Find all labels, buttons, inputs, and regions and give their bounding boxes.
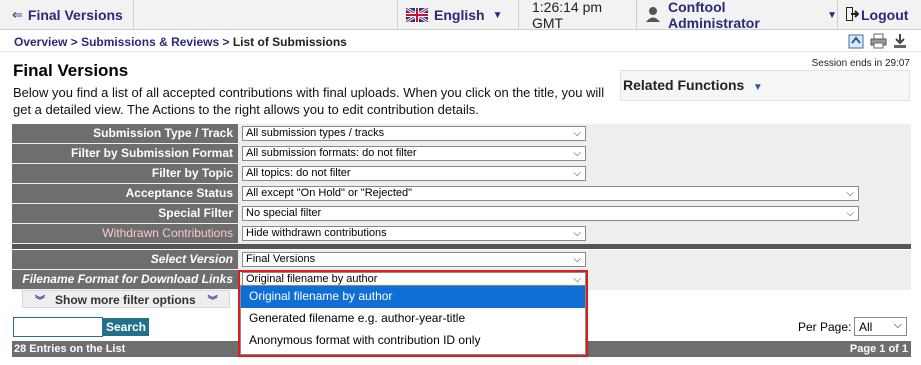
top-bar: ⇐ Final Versions English ▼ 1:26:14 pm GM… [0,0,921,31]
session-timer: Session ends in 29:07 [811,58,910,69]
breadcrumb: Overview > Submissions & Reviews > List … [0,30,921,52]
filter-label: Filename Format for Download Links [12,270,238,289]
user-name: Conftool Administrator [668,0,760,31]
filter-row-withdrawn: Withdrawn Contributions Hide withdrawn c… [12,224,911,244]
filter-label: Filter by Topic [12,164,238,183]
per-page-label: Per Page: [798,320,852,334]
logout-icon [846,6,860,24]
back-arrow-icon: ⇐ [12,7,23,22]
topic-select[interactable]: All topics: do not filter ⌵ [242,166,586,181]
chevron-down-icon: ⌵ [573,128,581,139]
chevron-down-icon: ⌵ [846,188,854,199]
filter-label: Filter by Submission Format [12,144,238,163]
highlight-callout-box [238,270,588,357]
submission-type-select[interactable]: All submission types / tracks ⌵ [242,126,586,141]
user-icon [646,6,660,25]
breadcrumb-separator: > [70,35,78,49]
clock-cell: 1:26:14 pm GMT [519,0,637,31]
version-select[interactable]: Final Versions ⌵ [242,252,586,267]
language-selector[interactable]: English ▼ [398,0,519,30]
chevron-down-icon: ⌵ [573,254,581,265]
show-more-filters-button[interactable]: ︾ Show more filter options ︾ [22,290,230,308]
filter-label: Withdrawn Contributions [12,224,238,243]
server-time: 1:26:14 pm GMT [532,0,603,31]
filter-separator [12,244,911,249]
filter-label: Submission Type / Track [12,124,238,143]
breadcrumb-current: List of Submissions [232,35,347,49]
chevron-down-icon: ▼ [752,82,763,93]
breadcrumb-submissions[interactable]: Submissions & Reviews [81,35,219,49]
chevron-down-icon: ⌵ [573,168,581,179]
select-value: Final Versions [246,253,316,265]
breadcrumb-overview[interactable]: Overview [14,35,67,49]
submission-format-select[interactable]: All submission formats: do not filter ⌵ [242,146,586,161]
chevron-down-icon: ⌵ [846,208,854,219]
filter-row-submission-format: Filter by Submission Format All submissi… [12,144,911,164]
language-label: English [434,7,485,23]
filter-row-special: Special Filter No special filter ⌵ [12,204,911,224]
back-to-final-versions[interactable]: ⇐ Final Versions [0,0,134,30]
filter-label: Acceptance Status [12,184,238,203]
related-functions-label: Related Functions [623,77,745,93]
export-icon[interactable] [848,33,864,54]
page-count: Page 1 of 1 [849,343,908,355]
select-value: All [859,320,873,334]
per-page-select[interactable]: All ⌵ [854,317,907,336]
select-value: All submission types / tracks [246,127,385,139]
show-more-label: Show more filter options [55,293,196,307]
chevron-down-icon: ▼ [492,9,503,21]
page-nav-title: Final Versions [27,7,123,23]
select-value: All topics: do not filter [246,167,351,179]
double-chevron-down-icon: ︾ [35,296,45,307]
special-filter-select[interactable]: No special filter ⌵ [242,206,859,221]
search-button[interactable]: Search [103,318,149,336]
user-menu[interactable]: Conftool Administrator ▼ [637,0,838,31]
page-description: Below you find a list of all accepted co… [13,85,605,117]
filter-row-topic: Filter by Topic All topics: do not filte… [12,164,911,184]
chevron-down-icon: ⌵ [893,319,902,331]
filter-row-acceptance-status: Acceptance Status All except "On Hold" o… [12,184,911,204]
chevron-down-icon: ▼ [827,9,837,21]
filter-label: Select Version [12,250,238,269]
print-icon[interactable] [870,33,887,54]
select-value: Hide withdrawn contributions [246,227,387,239]
chevron-down-icon: ⌵ [573,228,581,239]
related-functions-panel[interactable]: Related Functions ▼ [620,70,910,101]
select-value: All submission formats: do not filter [246,147,417,159]
entries-count: 28 Entries on the List [14,343,126,355]
chevron-down-icon: ⌵ [573,148,581,159]
logout-label: Logout [861,7,909,23]
spacer-cell [134,0,398,30]
select-value: All except "On Hold" or "Rejected" [246,187,413,199]
double-chevron-down-icon: ︾ [207,296,218,307]
uk-flag-icon [406,8,428,22]
acceptance-status-select[interactable]: All except "On Hold" or "Rejected" ⌵ [242,186,859,201]
filter-row-select-version: Select Version Final Versions ⌵ [12,250,911,270]
filter-label: Special Filter [12,204,238,223]
filter-row-submission-type: Submission Type / Track All submission t… [12,124,911,144]
withdrawn-select[interactable]: Hide withdrawn contributions ⌵ [242,226,586,241]
download-icon[interactable] [893,33,907,54]
page-title: Final Versions [13,61,129,80]
select-value: No special filter [246,207,322,219]
search-input[interactable] [13,317,103,337]
logout-button[interactable]: Logout [838,0,921,30]
breadcrumb-separator: > [222,35,230,49]
